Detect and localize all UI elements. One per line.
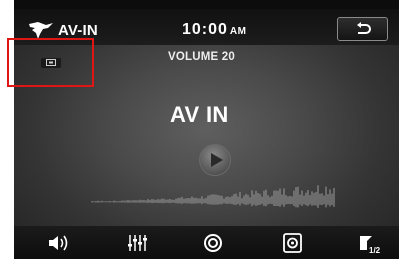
disc-icon bbox=[204, 234, 222, 252]
play-button[interactable] bbox=[199, 144, 231, 176]
clock: 10:00 AM bbox=[182, 21, 246, 39]
volume-label: VOLUME 20 bbox=[168, 51, 235, 63]
radio-icon bbox=[283, 233, 302, 253]
volume-button[interactable] bbox=[46, 231, 76, 255]
clock-time: 10:00 bbox=[182, 21, 228, 38]
disc-button[interactable] bbox=[200, 231, 230, 255]
source-label: AV-IN bbox=[58, 22, 98, 39]
eagle-logo-icon bbox=[29, 22, 53, 39]
main-title: AV IN bbox=[170, 102, 229, 127]
equalizer-button[interactable] bbox=[125, 231, 155, 255]
speaker-icon bbox=[49, 235, 68, 251]
radio-button[interactable] bbox=[280, 231, 310, 255]
audio-waveform bbox=[91, 185, 335, 208]
page-indicator: 1/2 bbox=[369, 246, 381, 255]
equalizer-icon bbox=[128, 235, 147, 251]
play-icon bbox=[211, 153, 223, 167]
back-button[interactable] bbox=[337, 17, 388, 41]
clock-ampm: AM bbox=[229, 26, 247, 37]
back-arrow-icon bbox=[357, 22, 371, 34]
highlight-box bbox=[7, 38, 94, 87]
head-unit-screen: AV-IN 10:00 AM VOLUME 20 AV IN 1/2 bbox=[0, 0, 399, 259]
